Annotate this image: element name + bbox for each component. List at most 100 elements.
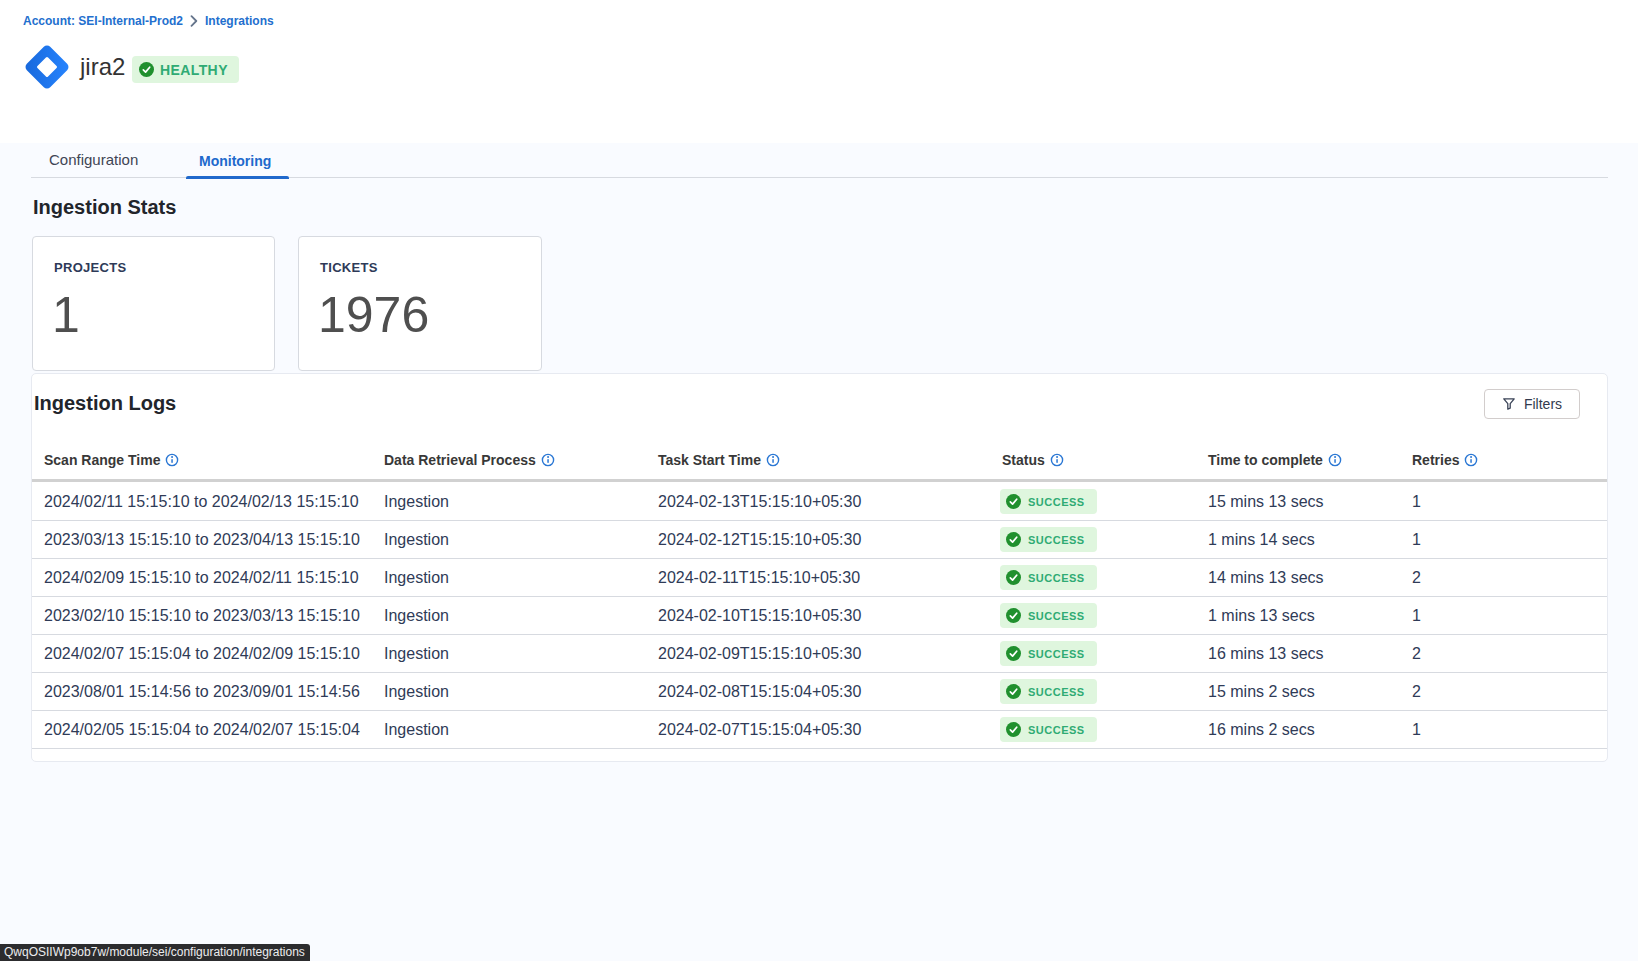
cell-data-retrieval-process: Ingestion: [384, 569, 658, 587]
table-row[interactable]: 2024/02/11 15:15:10 to 2024/02/13 15:15:…: [32, 483, 1607, 521]
status-badge: SUCCESS: [1000, 679, 1097, 704]
table-row[interactable]: 2024/02/07 15:15:04 to 2024/02/09 15:15:…: [32, 635, 1607, 673]
tab-configuration[interactable]: Configuration: [49, 152, 138, 168]
status-badge: SUCCESS: [1000, 641, 1097, 666]
cell-task-start-time: 2024-02-07T15:15:04+05:30: [658, 721, 1002, 739]
health-status-label: HEALTHY: [160, 62, 228, 78]
active-tab-underline: [186, 176, 289, 179]
statusbar-url-tooltip: QwqOSIIWp9ob7w/module/sei/configuration/…: [0, 944, 310, 961]
status-badge-label: SUCCESS: [1028, 610, 1085, 622]
cell-task-start-time: 2024-02-10T15:15:10+05:30: [658, 607, 1002, 625]
ingestion-logs-panel: Ingestion Logs Filters Scan Range Time D…: [31, 373, 1608, 762]
stat-card-tickets: TICKETS 1976: [298, 236, 542, 371]
column-header[interactable]: Scan Range Time: [44, 452, 384, 468]
cell-data-retrieval-process: Ingestion: [384, 493, 658, 511]
filters-button[interactable]: Filters: [1484, 389, 1580, 419]
status-badge-label: SUCCESS: [1028, 534, 1085, 546]
status-badge-label: SUCCESS: [1028, 496, 1085, 508]
status-check-icon: [1006, 608, 1021, 623]
cell-data-retrieval-process: Ingestion: [384, 683, 658, 701]
column-header[interactable]: Retries: [1412, 452, 1607, 468]
status-badge-label: SUCCESS: [1028, 724, 1085, 736]
status-badge-label: SUCCESS: [1028, 572, 1085, 584]
cell-scan-range-time: 2023/03/13 15:15:10 to 2023/04/13 15:15:…: [44, 531, 384, 549]
health-check-icon: [139, 62, 154, 77]
status-badge: SUCCESS: [1000, 527, 1097, 552]
table-row[interactable]: 2023/02/10 15:15:10 to 2023/03/13 15:15:…: [32, 597, 1607, 635]
column-header-label: Time to complete: [1208, 452, 1323, 468]
ingestion-logs-heading: Ingestion Logs: [34, 392, 176, 415]
column-header[interactable]: Status: [1002, 452, 1208, 468]
cell-retries: 2: [1412, 683, 1607, 701]
health-status-badge: HEALTHY: [132, 56, 239, 83]
status-badge: SUCCESS: [1000, 565, 1097, 590]
status-badge: SUCCESS: [1000, 489, 1097, 514]
status-check-icon: [1006, 646, 1021, 661]
cell-data-retrieval-process: Ingestion: [384, 531, 658, 549]
integration-title: jira2: [80, 53, 125, 81]
column-header-label: Retries: [1412, 452, 1459, 468]
info-icon[interactable]: [766, 453, 780, 467]
cell-status: SUCCESS: [1002, 527, 1208, 552]
status-check-icon: [1006, 570, 1021, 585]
jira-logo-icon: [24, 42, 70, 92]
info-icon[interactable]: [1464, 453, 1478, 467]
table-row[interactable]: 2023/08/01 15:14:56 to 2023/09/01 15:14:…: [32, 673, 1607, 711]
info-icon[interactable]: [165, 453, 179, 467]
column-header-label: Status: [1002, 452, 1045, 468]
filters-button-label: Filters: [1524, 396, 1562, 412]
cell-status: SUCCESS: [1002, 641, 1208, 666]
table-header-row: Scan Range Time Data Retrieval Process T…: [32, 441, 1607, 479]
column-header-label: Task Start Time: [658, 452, 761, 468]
column-header-label: Data Retrieval Process: [384, 452, 536, 468]
column-header-label: Scan Range Time: [44, 452, 160, 468]
cell-time-to-complete: 1 mins 14 secs: [1208, 531, 1412, 549]
cell-time-to-complete: 15 mins 13 secs: [1208, 493, 1412, 511]
breadcrumb-integrations-link[interactable]: Integrations: [205, 14, 274, 28]
cell-retries: 2: [1412, 645, 1607, 663]
cell-task-start-time: 2024-02-13T15:15:10+05:30: [658, 493, 1002, 511]
cell-time-to-complete: 1 mins 13 secs: [1208, 607, 1412, 625]
table-row[interactable]: 2023/03/13 15:15:10 to 2023/04/13 15:15:…: [32, 521, 1607, 559]
breadcrumb-account-link[interactable]: Account: SEI-Internal-Prod2: [23, 14, 183, 28]
cell-task-start-time: 2024-02-11T15:15:10+05:30: [658, 569, 1002, 587]
info-icon[interactable]: [1328, 453, 1342, 467]
cell-time-to-complete: 16 mins 13 secs: [1208, 645, 1412, 663]
cell-scan-range-time: 2024/02/11 15:15:10 to 2024/02/13 15:15:…: [44, 493, 384, 511]
stat-card-value: 1: [52, 290, 274, 340]
cell-time-to-complete: 16 mins 2 secs: [1208, 721, 1412, 739]
ingestion-stats-heading: Ingestion Stats: [33, 196, 176, 219]
stat-card-value: 1976: [318, 290, 541, 340]
table-header-divider: [32, 479, 1607, 482]
cell-status: SUCCESS: [1002, 717, 1208, 742]
cell-time-to-complete: 15 mins 2 secs: [1208, 683, 1412, 701]
cell-task-start-time: 2024-02-09T15:15:10+05:30: [658, 645, 1002, 663]
integration-monitoring-page: Account: SEI-Internal-Prod2 Integrations…: [0, 0, 1638, 961]
cell-retries: 1: [1412, 607, 1607, 625]
cell-scan-range-time: 2023/08/01 15:14:56 to 2023/09/01 15:14:…: [44, 683, 384, 701]
info-icon[interactable]: [541, 453, 555, 467]
page-header: Account: SEI-Internal-Prod2 Integrations…: [0, 0, 1638, 143]
cell-retries: 1: [1412, 493, 1607, 511]
cell-scan-range-time: 2024/02/07 15:15:04 to 2024/02/09 15:15:…: [44, 645, 384, 663]
table-row[interactable]: 2024/02/09 15:15:10 to 2024/02/11 15:15:…: [32, 559, 1607, 597]
filter-funnel-icon: [1502, 397, 1516, 411]
column-header[interactable]: Time to complete: [1208, 452, 1412, 468]
cell-scan-range-time: 2024/02/09 15:15:10 to 2024/02/11 15:15:…: [44, 569, 384, 587]
stat-card-projects: PROJECTS 1: [32, 236, 275, 371]
column-header[interactable]: Task Start Time: [658, 452, 1002, 468]
status-check-icon: [1006, 494, 1021, 509]
cell-status: SUCCESS: [1002, 489, 1208, 514]
cell-time-to-complete: 14 mins 13 secs: [1208, 569, 1412, 587]
cell-scan-range-time: 2024/02/05 15:15:04 to 2024/02/07 15:15:…: [44, 721, 384, 739]
info-icon[interactable]: [1050, 453, 1064, 467]
column-header[interactable]: Data Retrieval Process: [384, 452, 658, 468]
cell-status: SUCCESS: [1002, 565, 1208, 590]
cell-task-start-time: 2024-02-12T15:15:10+05:30: [658, 531, 1002, 549]
table-row[interactable]: 2024/02/05 15:15:04 to 2024/02/07 15:15:…: [32, 711, 1607, 749]
breadcrumb-chevron-icon: [190, 15, 198, 27]
tab-monitoring[interactable]: Monitoring: [199, 153, 271, 169]
status-badge: SUCCESS: [1000, 603, 1097, 628]
status-check-icon: [1006, 722, 1021, 737]
status-badge-label: SUCCESS: [1028, 686, 1085, 698]
